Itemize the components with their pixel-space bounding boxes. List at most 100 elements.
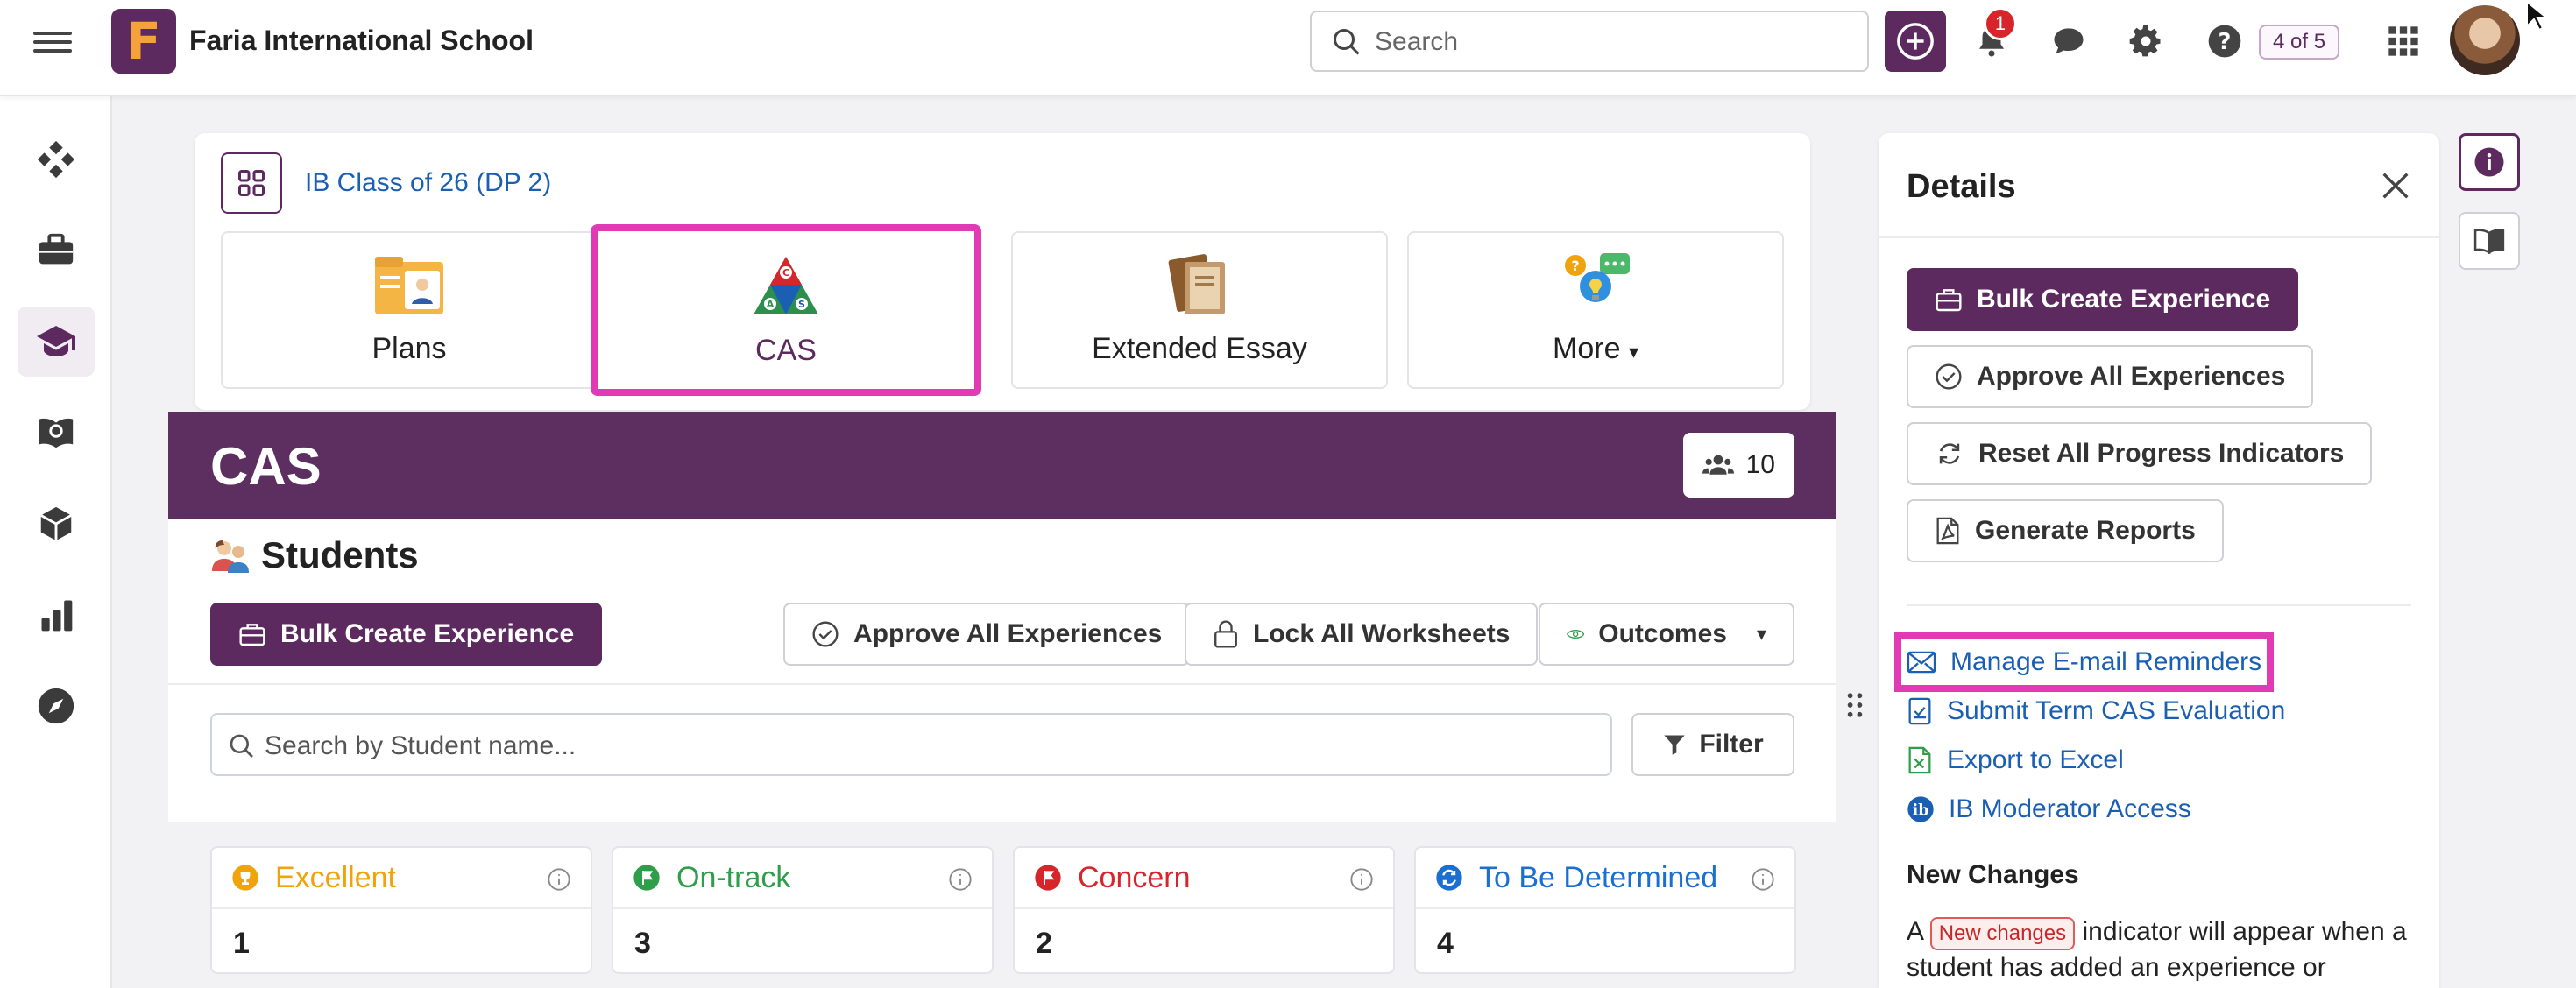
status-card-excellent[interactable]: Excellent 1: [210, 846, 592, 974]
close-icon[interactable]: [2378, 168, 2413, 203]
status-count: 4: [1437, 927, 1454, 960]
rail-item-reports[interactable]: [18, 580, 95, 650]
excel-file-icon: [1908, 746, 1931, 774]
cas-triangle-icon: C A S: [754, 257, 818, 314]
svg-text:ib: ib: [1913, 802, 1929, 820]
ib-moderator-access-link[interactable]: ib IB Moderator Access: [1907, 792, 2191, 827]
status-card-header: Concern: [1015, 848, 1393, 909]
search-icon: [1334, 29, 1360, 55]
tile-label: More ▾: [1553, 332, 1638, 366]
refresh-icon: [1939, 443, 1960, 464]
tile-plans[interactable]: Plans: [221, 231, 598, 389]
tile-label: Extended Essay: [1092, 332, 1307, 365]
status-card-on-track[interactable]: On-track 3: [612, 846, 994, 974]
status-card-header: Excellent: [212, 848, 591, 909]
book-globe-icon: [39, 418, 74, 448]
info-panel-button[interactable]: [2459, 133, 2520, 191]
status-card-header: To Be Determined: [1416, 848, 1794, 909]
status-label: To Be Determined: [1479, 860, 1718, 894]
messages-button[interactable]: [2049, 21, 2089, 61]
ib-logo-icon: ib: [1907, 796, 1934, 822]
export-to-excel-link[interactable]: Export to Excel: [1907, 743, 2124, 778]
class-menu-button[interactable]: [221, 152, 282, 214]
filter-button[interactable]: Filter: [1631, 713, 1794, 776]
svg-text:S: S: [798, 299, 805, 310]
guide-panel-button[interactable]: [2459, 212, 2520, 270]
lock-all-worksheets-button[interactable]: Lock All Worksheets: [1185, 603, 1539, 666]
button-label: Approve All Experiences: [1977, 362, 2286, 391]
details-approve-all-button[interactable]: Approve All Experiences: [1907, 345, 2314, 408]
rail-item-briefcase[interactable]: [18, 215, 95, 286]
button-label: Approve All Experiences: [853, 619, 1163, 648]
lock-icon: [1214, 620, 1237, 648]
reset-progress-indicators-button[interactable]: Reset All Progress Indicators: [1907, 422, 2373, 485]
status-card-to-be-determined[interactable]: To Be Determined 4: [1414, 846, 1796, 974]
divider: [1907, 604, 2411, 606]
school-logo[interactable]: F: [111, 9, 176, 74]
student-search-input[interactable]: [265, 727, 1579, 766]
manage-email-reminders-link[interactable]: Manage E-mail Reminders: [1893, 632, 2275, 692]
info-icon[interactable]: [1349, 867, 1374, 892]
menu-icon[interactable]: [33, 26, 72, 65]
page-counter[interactable]: 4 of 5: [2259, 25, 2340, 60]
info-icon[interactable]: [1751, 867, 1775, 892]
status-count: 1: [233, 927, 250, 960]
bar-chart-icon: [41, 600, 73, 632]
rail-item-units[interactable]: [18, 489, 95, 559]
left-nav-rail: [0, 96, 112, 988]
rail-item-explore[interactable]: [18, 671, 95, 741]
svg-text:?: ?: [2219, 29, 2232, 55]
tile-extended-essay[interactable]: Extended Essay: [1011, 231, 1388, 389]
apps-button[interactable]: [2383, 21, 2424, 61]
info-circle-icon: [2474, 147, 2504, 177]
mouse-cursor-icon: [2526, 0, 2548, 32]
page-title: CAS: [210, 437, 322, 496]
status-card-concern[interactable]: Concern 2: [1013, 846, 1395, 974]
user-avatar[interactable]: [2450, 5, 2520, 75]
drag-handle-icon[interactable]: [1847, 692, 1863, 718]
help-button[interactable]: ?: [2204, 21, 2245, 61]
books-icon: [1168, 254, 1225, 314]
diamond-grid-icon: [37, 140, 75, 179]
button-label: Filter: [1699, 730, 1764, 759]
refresh-circle-icon: [1436, 864, 1462, 891]
tile-more[interactable]: ? More ▾: [1407, 231, 1784, 389]
new-changes-heading: New Changes: [1907, 860, 2079, 889]
generate-reports-button[interactable]: Generate Reports: [1907, 499, 2224, 562]
rail-item-academics[interactable]: [18, 307, 95, 377]
bulk-create-experience-button[interactable]: Bulk Create Experience: [210, 603, 603, 666]
student-count: 10: [1745, 450, 1775, 479]
status-count: 3: [634, 927, 651, 960]
question-circle-icon: ?: [2208, 25, 2241, 58]
class-link[interactable]: IB Class of 26 (DP 2): [305, 168, 551, 198]
status-card-header: On-track: [613, 848, 992, 909]
info-icon[interactable]: [948, 867, 973, 892]
student-search[interactable]: [210, 713, 1612, 776]
link-label: Export to Excel: [1947, 745, 2124, 774]
folder-person-icon: [375, 257, 443, 314]
global-search[interactable]: [1310, 11, 1869, 72]
submit-term-evaluation-link[interactable]: Submit Term CAS Evaluation: [1907, 694, 2285, 729]
search-input[interactable]: [1375, 23, 1848, 61]
approve-all-experiences-button[interactable]: Approve All Experiences: [783, 603, 1191, 666]
info-icon[interactable]: [547, 867, 571, 892]
settings-button[interactable]: [2126, 21, 2166, 61]
envelope-icon: [1907, 651, 1936, 674]
school-name: Faria International School: [189, 25, 534, 56]
rail-item-dashboard[interactable]: [18, 124, 95, 194]
details-bulk-create-button[interactable]: Bulk Create Experience: [1907, 268, 2299, 331]
students-icon: [212, 540, 249, 573]
outcomes-dropdown[interactable]: Outcomes ▾: [1539, 603, 1794, 666]
new-changes-prefix: A: [1907, 917, 1923, 946]
add-button[interactable]: [1885, 11, 1946, 72]
top-bar: F Faria International School 1 ? 4 of 5: [0, 0, 2576, 96]
class-navigation-card: IB Class of 26 (DP 2) Plans CAS CAS Exte…: [195, 133, 1810, 410]
caret-down-icon: ▾: [1628, 341, 1638, 363]
status-label: Excellent: [275, 860, 396, 894]
student-count-button[interactable]: 10: [1682, 433, 1794, 498]
rail-item-library[interactable]: [18, 398, 95, 468]
tile-cas[interactable]: CAS CAS: [591, 224, 981, 396]
button-label: Bulk Create Experience: [280, 619, 575, 648]
students-title: Students: [261, 534, 419, 575]
check-circle-icon: [1936, 363, 1962, 390]
